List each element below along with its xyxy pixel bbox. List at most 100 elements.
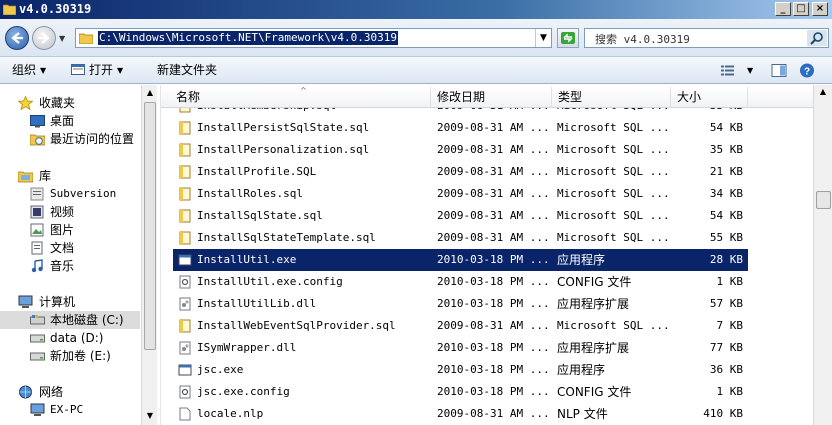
nav-label: 新加卷 (E:) bbox=[50, 349, 111, 363]
local-disk-icon bbox=[30, 315, 45, 325]
nav-scrollbar[interactable]: ▲ ▼ bbox=[141, 85, 157, 425]
arrow-right-icon bbox=[38, 32, 50, 44]
nav-favorites[interactable]: 收藏夹 bbox=[0, 94, 140, 112]
music-icon bbox=[31, 259, 43, 273]
file-name: jsc.exe.config bbox=[197, 385, 290, 398]
file-type: Microsoft SQL ... bbox=[557, 121, 670, 134]
file-type: Microsoft SQL ... bbox=[557, 231, 670, 244]
nav-local-disk-c[interactable]: 本地磁盘 (C:) bbox=[0, 311, 140, 329]
address-dropdown-icon[interactable]: ▼ bbox=[535, 29, 551, 47]
file-date: 2010-03-18 PM ... bbox=[437, 363, 550, 376]
history-dropdown-icon[interactable]: ▼ bbox=[59, 34, 65, 43]
file-name: InstallPersonalization.sql bbox=[197, 143, 370, 156]
file-type: Microsoft SQL ... bbox=[557, 143, 670, 156]
forward-button[interactable] bbox=[32, 26, 56, 50]
file-size: 36 KB bbox=[709, 363, 743, 376]
nav-pictures[interactable]: 图片 bbox=[0, 221, 140, 239]
sql-file-icon bbox=[179, 165, 191, 179]
sql-file-icon bbox=[179, 231, 191, 245]
address-path[interactable]: C:\Windows\Microsoft.NET\Framework\v4.0.… bbox=[98, 31, 399, 45]
scroll-thumb[interactable] bbox=[144, 102, 156, 350]
exe-file-icon bbox=[178, 254, 192, 266]
star-icon bbox=[18, 96, 33, 110]
sql-file-icon bbox=[179, 121, 191, 135]
file-name: ISymWrapper.dll bbox=[197, 341, 297, 354]
search-icon[interactable] bbox=[807, 30, 827, 46]
nav-ex-pc[interactable]: EX-PC bbox=[0, 401, 140, 419]
table-row[interactable]: InstallUtilLib.dll 2010-03-18 PM ... 应用程序扩… bbox=[173, 293, 748, 315]
nav-subversion[interactable]: Subversion bbox=[0, 185, 140, 203]
view-dropdown-icon[interactable]: ▼ bbox=[747, 62, 753, 79]
nav-desktop[interactable]: 桌面 bbox=[0, 112, 140, 130]
file-size: 21 KB bbox=[709, 165, 743, 178]
nav-documents[interactable]: 文档 bbox=[0, 239, 140, 257]
column-date-label: 修改日期 bbox=[437, 90, 486, 104]
file-type: 应用程序扩展 bbox=[557, 297, 630, 311]
table-row[interactable]: InstallRoles.sql 2009-08-31 AM ... Microso… bbox=[173, 183, 748, 205]
organize-menu[interactable]: 组织 ▼ bbox=[12, 62, 46, 79]
column-date[interactable]: 修改日期 bbox=[431, 87, 552, 108]
file-date: 2009-08-31 AM ... bbox=[437, 231, 550, 244]
window-title: v4.0.30319 bbox=[19, 2, 92, 16]
table-row[interactable]: InstallWebEventSqlProvider.sql 2009-08-31… bbox=[173, 315, 748, 337]
table-row[interactable]: InstallUtil.exe.config 2010-03-18 PM ... C… bbox=[173, 271, 748, 293]
preview-pane-icon[interactable] bbox=[771, 62, 787, 79]
scroll-thumb[interactable] bbox=[816, 191, 831, 209]
table-row[interactable]: jsc.exe 2010-03-18 PM ... 应用程序 36 KB bbox=[173, 359, 748, 381]
nav-label: 最近访问的位置 bbox=[50, 132, 135, 146]
scroll-up-icon[interactable]: ▲ bbox=[143, 86, 157, 100]
nav-network[interactable]: 网络 bbox=[0, 383, 140, 401]
refresh-button[interactable] bbox=[557, 28, 579, 48]
nav-computer[interactable]: 计算机 bbox=[0, 293, 140, 311]
table-row[interactable]: InstallSqlStateTemplate.sql 2009-08-31 AM… bbox=[173, 227, 748, 249]
nav-videos[interactable]: 视频 bbox=[0, 203, 140, 221]
nav-recent-places[interactable]: 最近访问的位置 bbox=[0, 130, 140, 148]
title-bar[interactable]: v4.0.30319 _ □ × bbox=[0, 0, 832, 19]
sql-file-icon bbox=[179, 209, 191, 223]
file-list-scrollbar[interactable]: ▲ bbox=[813, 85, 832, 425]
file-name: InstallSqlState.sql bbox=[197, 209, 323, 222]
column-type[interactable]: 类型 bbox=[552, 87, 671, 108]
table-row[interactable]: InstallSqlState.sql 2009-08-31 AM ... Micr… bbox=[173, 205, 748, 227]
file-name: InstallProfile.SQL bbox=[197, 165, 317, 178]
nav-label: 本地磁盘 (C:) bbox=[50, 313, 124, 327]
search-placeholder: 搜索 v4.0.30319 bbox=[595, 33, 690, 46]
close-button[interactable]: × bbox=[812, 2, 828, 16]
address-bar[interactable]: C:\Windows\Microsoft.NET\Framework\v4.0.… bbox=[75, 28, 552, 48]
nav-libraries[interactable]: 库 bbox=[0, 167, 140, 185]
back-button[interactable] bbox=[5, 26, 29, 50]
column-size[interactable]: 大小 bbox=[671, 87, 748, 108]
file-size: 54 KB bbox=[709, 209, 743, 222]
recent-places-icon bbox=[30, 134, 45, 146]
file-name: InstallUtil.exe bbox=[197, 253, 297, 266]
search-input[interactable]: 搜索 v4.0.30319 bbox=[584, 28, 829, 48]
nav-data-d[interactable]: data (D:) bbox=[0, 329, 140, 347]
file-date: 2010-03-18 PM ... bbox=[437, 253, 550, 266]
maximize-button[interactable]: □ bbox=[793, 2, 809, 16]
table-row[interactable]: locale.nlp 2009-08-31 AM ... NLP 文件 410 KB bbox=[173, 403, 748, 425]
table-row[interactable]: InstallUtil.exe 2010-03-18 PM ... 应用程序 28 K… bbox=[173, 249, 748, 271]
nav-new-volume-e[interactable]: 新加卷 (E:) bbox=[0, 347, 140, 365]
file-name: InstallPersistSqlState.sql bbox=[197, 121, 370, 134]
help-icon[interactable]: ? bbox=[799, 62, 815, 79]
arrow-left-icon bbox=[11, 32, 23, 44]
minimize-button[interactable]: _ bbox=[775, 2, 791, 16]
computer-icon bbox=[18, 295, 33, 308]
new-folder-button[interactable]: 新建文件夹 bbox=[157, 62, 217, 79]
table-row[interactable]: InstallProfile.SQL 2009-08-31 AM ... Micro… bbox=[173, 161, 748, 183]
open-button[interactable]: 打开 ▼ bbox=[71, 62, 123, 79]
table-row[interactable]: ISymWrapper.dll 2010-03-18 PM ... 应用程序扩展 77… bbox=[173, 337, 748, 359]
scroll-up-icon[interactable]: ▲ bbox=[816, 87, 830, 101]
view-options-icon[interactable] bbox=[720, 62, 736, 79]
table-row[interactable]: InstallPersistSqlState.sql 2009-08-31 AM … bbox=[173, 117, 748, 139]
scroll-down-icon[interactable]: ▼ bbox=[143, 409, 157, 423]
nav-label: 计算机 bbox=[39, 295, 76, 309]
table-row[interactable]: jsc.exe.config 2010-03-18 PM ... CONFIG 文件… bbox=[173, 381, 748, 403]
table-row[interactable]: InstallPersonalization.sql 2009-08-31 AM … bbox=[173, 139, 748, 161]
library-icon bbox=[18, 171, 33, 183]
nav-music[interactable]: 音乐 bbox=[0, 257, 140, 275]
exe-file-icon bbox=[178, 364, 192, 376]
nav-label: 库 bbox=[39, 169, 52, 183]
column-name[interactable]: 名称 ^ bbox=[170, 86, 431, 108]
open-label: 打开 bbox=[89, 63, 114, 77]
